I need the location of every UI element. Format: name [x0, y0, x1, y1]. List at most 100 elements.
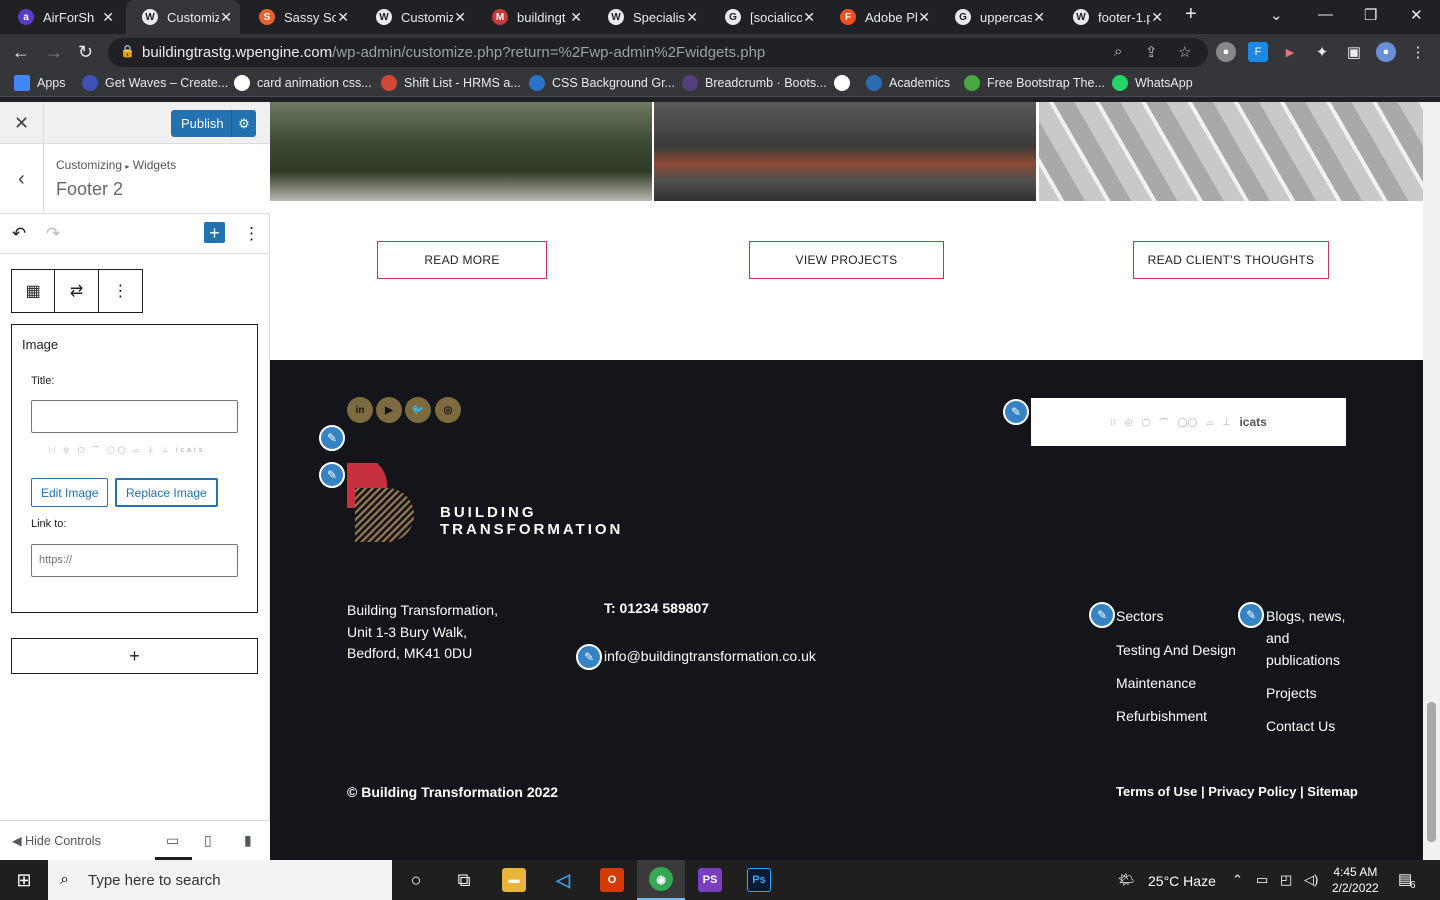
replace-image-button[interactable]: Replace Image	[115, 478, 218, 507]
preview-scrollbar[interactable]	[1423, 102, 1440, 860]
instagram-icon[interactable]: ◎	[435, 397, 461, 423]
linkedin-icon[interactable]: in	[347, 397, 373, 423]
phpstorm-icon[interactable]: PS	[686, 860, 734, 900]
vscode-icon[interactable]: ◁	[539, 860, 587, 900]
footer-link-projects[interactable]: Projects	[1266, 682, 1317, 704]
close-tab-icon[interactable]: ✕	[337, 9, 349, 26]
zoom-search-icon[interactable]: ⌕	[1114, 43, 1122, 60]
back-arrow-icon[interactable]: ←	[12, 42, 30, 63]
tab-search-icon[interactable]: ⌄	[1270, 6, 1283, 24]
tab-4[interactable]: W Customiz ✕	[360, 0, 474, 34]
footer-link-testing[interactable]: Testing And Design	[1116, 639, 1236, 661]
transform-icon[interactable]: ⇄	[55, 270, 99, 312]
weather-icon[interactable]: 🌤	[1118, 872, 1135, 888]
bookmark-item[interactable]: CSS Background Gr...	[529, 75, 675, 91]
edit-shortcut-pencil-icon[interactable]: ✎	[319, 462, 345, 488]
battery-icon[interactable]: ▭	[1256, 872, 1268, 888]
minimize-icon[interactable]: —	[1318, 6, 1333, 23]
title-input[interactable]	[31, 400, 238, 433]
weather-text[interactable]: 25°C Haze	[1148, 873, 1216, 889]
footer-link-sectors[interactable]: Sectors	[1116, 605, 1163, 627]
footer-link-blogs[interactable]: Blogs, news, and publications	[1266, 605, 1345, 671]
bookmark-item[interactable]: WhatsApp	[1112, 75, 1193, 91]
footer-link-refurbishment[interactable]: Refurbishment	[1116, 705, 1207, 727]
chrome-icon[interactable]: ◉	[637, 860, 685, 900]
edit-shortcut-pencil-icon[interactable]: ✎	[1238, 602, 1264, 628]
ext-record-icon[interactable]: ▶	[1280, 42, 1300, 62]
reload-icon[interactable]: ↻	[78, 42, 93, 63]
mobile-preview-icon[interactable]: ▮	[244, 832, 252, 849]
close-tab-icon[interactable]: ✕	[570, 9, 582, 26]
tab-9[interactable]: Guppercas ✕	[939, 0, 1053, 34]
volume-icon[interactable]: ◁)	[1304, 872, 1318, 888]
share-icon[interactable]: ⇪	[1145, 43, 1158, 61]
bookmark-item[interactable]: Shift List - HRMS a...	[381, 75, 521, 91]
phone-number[interactable]: T: 01234 589807	[604, 600, 709, 616]
network-icon[interactable]: ◰	[1280, 872, 1292, 888]
office-icon[interactable]: O	[588, 860, 636, 900]
tab-8[interactable]: F Adobe Ph ✕	[824, 0, 938, 34]
undo-icon[interactable]: ↶	[12, 224, 26, 244]
read-client-thoughts-button[interactable]: READ CLIENT'S THOUGHTS	[1133, 241, 1329, 279]
new-tab-button[interactable]: +	[1185, 3, 1197, 26]
desktop-preview-icon[interactable]: ▭	[166, 832, 179, 849]
gear-icon[interactable]: ⚙	[231, 110, 256, 137]
bookmark-star-icon[interactable]: ☆	[1178, 43, 1191, 61]
link-input[interactable]: https://	[31, 544, 238, 577]
tab-7[interactable]: G [socialico ✕	[709, 0, 823, 34]
close-tab-icon[interactable]: ✕	[220, 9, 232, 26]
footer-link-maintenance[interactable]: Maintenance	[1116, 672, 1196, 694]
close-tab-icon[interactable]: ✕	[102, 9, 114, 26]
bookmark-item[interactable]: card animation css...	[234, 75, 372, 91]
file-explorer-icon[interactable]: ▬	[490, 860, 538, 900]
tab-1[interactable]: a AirForSha ✕	[2, 0, 122, 34]
tab-6[interactable]: W Specialist ✕	[592, 0, 706, 34]
back-chevron-icon[interactable]: ‹	[0, 144, 44, 214]
legal-links[interactable]: Terms of Use | Privacy Policy | Sitemap	[1116, 784, 1358, 799]
edit-image-button[interactable]: Edit Image	[31, 478, 109, 507]
close-tab-icon[interactable]: ✕	[686, 9, 698, 26]
tab-3[interactable]: S Sassy Soc✕	[243, 0, 357, 34]
email-link[interactable]: info@buildingtransformation.co.uk	[604, 648, 816, 664]
bookmark-item[interactable]	[834, 75, 857, 91]
avatar[interactable]: ●	[1376, 42, 1396, 62]
add-block-button[interactable]: +	[11, 638, 258, 674]
system-clock[interactable]: 4:45 AM 2/2/2022	[1332, 864, 1379, 896]
close-window-icon[interactable]: ✕	[1410, 6, 1423, 24]
tab-5[interactable]: Mbuildingt ✕	[476, 0, 590, 34]
options-kebab-icon[interactable]: ⋮	[243, 224, 260, 244]
bookmark-item[interactable]: Breadcrumb · Boots...	[682, 75, 827, 91]
extensions-puzzle-icon[interactable]: ✦	[1312, 42, 1332, 62]
ext-fi-icon[interactable]: F	[1248, 42, 1268, 62]
bookmark-item[interactable]: Apps	[14, 75, 66, 91]
publish-button[interactable]: Publish ⚙	[171, 110, 256, 137]
cortana-icon[interactable]: ○	[392, 860, 440, 900]
tablet-preview-icon[interactable]: ▯	[204, 832, 212, 849]
close-tab-icon[interactable]: ✕	[1151, 9, 1163, 26]
taskbar-search[interactable]: ⌕ Type here to search	[48, 860, 392, 900]
bookmark-item[interactable]: Academics	[866, 75, 950, 91]
block-options-icon[interactable]: ⋮	[99, 270, 142, 312]
tab-10[interactable]: Wfooter-1.p ✕	[1057, 0, 1171, 34]
read-more-button[interactable]: READ MORE	[377, 241, 547, 279]
edit-shortcut-pencil-icon[interactable]: ✎	[576, 644, 602, 670]
close-tab-icon[interactable]: ✕	[1033, 9, 1045, 26]
close-tab-icon[interactable]: ✕	[918, 9, 930, 26]
scrollbar-thumb[interactable]	[1427, 702, 1436, 842]
calendar-icon[interactable]: ▦	[12, 270, 56, 312]
edit-shortcut-pencil-icon[interactable]: ✎	[1089, 602, 1115, 628]
restore-icon[interactable]: ❐	[1364, 6, 1377, 24]
profile-ext-icon[interactable]: ●	[1216, 42, 1236, 62]
bookmark-item[interactable]: Get Waves – Create...	[82, 75, 228, 91]
close-tab-icon[interactable]: ✕	[803, 9, 815, 26]
photoshop-icon[interactable]: Ps	[735, 860, 783, 900]
view-projects-button[interactable]: VIEW PROJECTS	[749, 241, 944, 279]
task-view-icon[interactable]: ⧉	[440, 860, 488, 900]
close-customizer-icon[interactable]: ✕	[0, 102, 44, 144]
hide-controls-button[interactable]: ◀ Hide Controls	[12, 833, 101, 848]
tray-chevron-icon[interactable]: ⌃	[1232, 872, 1243, 888]
url-bar[interactable]: 🔒 buildingtrastg.wpengine.com/wp-admin/c…	[108, 38, 1208, 67]
menu-kebab-icon[interactable]: ⋮	[1408, 42, 1428, 62]
side-panel-icon[interactable]: ▣	[1344, 42, 1364, 62]
footer-link-contact[interactable]: Contact Us	[1266, 715, 1335, 737]
